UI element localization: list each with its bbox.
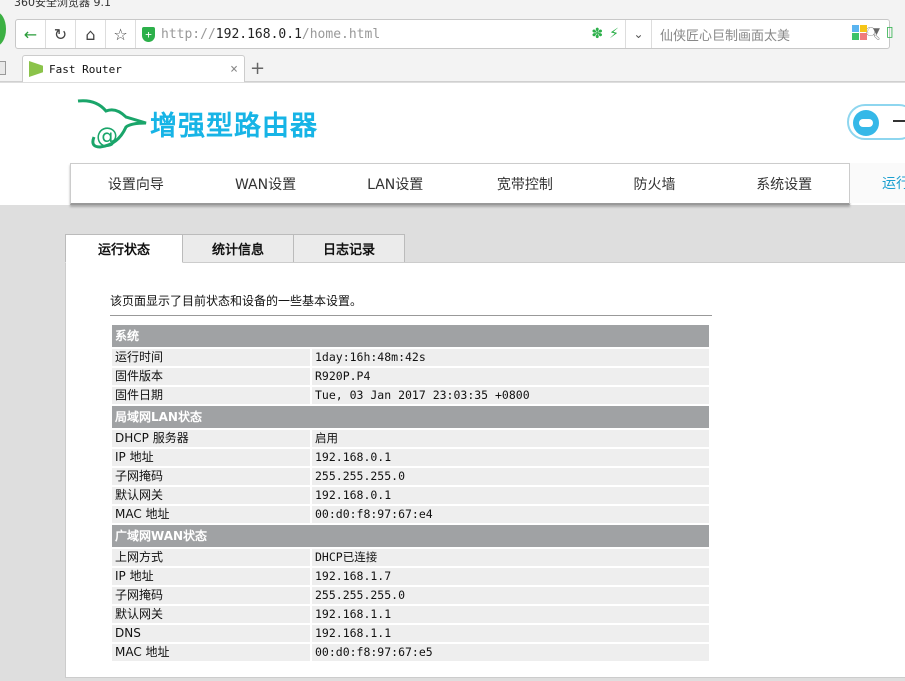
back-button[interactable]: ← (16, 20, 46, 48)
router-logo: @ 增强型路由器 (76, 97, 318, 149)
address-bar[interactable]: + http://192.168.0.1/home.html (136, 20, 566, 48)
row-label: 运行时间 (112, 349, 310, 366)
row-value: R920P.P4 (312, 368, 709, 385)
row-value: 255.255.255.0 (312, 587, 709, 604)
row-value: 00:d0:f8:97:67:e4 (312, 506, 709, 523)
nav-setup-wizard[interactable]: 设置向导 (71, 164, 201, 203)
bird-logo-icon: @ (77, 99, 147, 149)
logo-text: 增强型路由器 (150, 110, 318, 142)
tab-close-icon[interactable]: × (230, 62, 238, 77)
address-bar-icons: ✽ ⚡ (566, 20, 626, 48)
table-row: 运行时间 1day:16h:48m:42s (112, 349, 709, 366)
nav-firewall[interactable]: 防火墙 (590, 164, 720, 203)
security-shield-icon: + (142, 26, 155, 42)
router-header: @ 增强型路由器 设置向导 WAN设置 LAN设置 宽带控制 防火墙 系统设置 … (0, 83, 905, 205)
table-row: 默认网关 192.168.1.1 (112, 606, 709, 623)
table-row: DNS 192.168.1.1 (112, 625, 709, 642)
page-tabs: 运行状态 统计信息 日志记录 (65, 234, 405, 263)
row-label: IP 地址 (112, 449, 310, 466)
row-label: MAC 地址 (112, 644, 310, 661)
section-header-wan-status: 广域网WAN状态 (112, 525, 709, 547)
table-row: 默认网关 192.168.0.1 (112, 487, 709, 504)
row-label: DHCP 服务器 (112, 430, 310, 447)
row-value: 192.168.0.1 (312, 449, 709, 466)
browser-chrome: 360安全浏览器 9.1 ← ↻ ⌂ ☆ + http://192.168.0.… (0, 0, 905, 82)
row-label: 上网方式 (112, 549, 310, 566)
row-label: 子网掩码 (112, 587, 310, 604)
app-title: 360安全浏览器 9.1 (14, 0, 111, 9)
url-prefix: http:// (161, 26, 216, 42)
table-row: 固件日期 Tue, 03 Jan 2017 23:03:35 +0800 (112, 387, 709, 404)
favorite-star-button[interactable]: ☆ (106, 20, 136, 48)
search-placeholder: 仙侠匠心巨制画面太美 (660, 28, 791, 44)
tab-title: Fast Router (49, 62, 122, 76)
row-label: IP 地址 (112, 568, 310, 585)
row-label: 固件日期 (112, 387, 310, 404)
table-row: MAC 地址 00:d0:f8:97:67:e5 (112, 644, 709, 661)
apps-grid-icon[interactable] (852, 24, 867, 40)
page-description: 该页面显示了目前状态和设备的一些基本设置。 (110, 294, 363, 308)
new-tab-button[interactable]: + (250, 58, 265, 79)
address-dropdown-button[interactable]: ⌄ (626, 20, 652, 48)
nav-bandwidth-control[interactable]: 宽带控制 (460, 164, 590, 203)
row-value: DHCP已连接 (312, 549, 709, 566)
table-row: IP 地址 192.168.1.7 (112, 568, 709, 585)
table-row: 上网方式 DHCP已连接 (112, 549, 709, 566)
url-path: /home.html (301, 26, 381, 42)
section-header-lan-status: 局域网LAN状态 (112, 406, 709, 428)
svg-text:@: @ (96, 124, 118, 149)
compatibility-mode-icon[interactable]: ✽ (591, 26, 603, 42)
main-nav: 设置向导 WAN设置 LAN设置 宽带控制 防火墙 系统设置 (70, 163, 850, 205)
section-header-system: 系统 (112, 325, 709, 347)
tab-logs[interactable]: 日志记录 (293, 234, 405, 263)
tab-statistics[interactable]: 统计信息 (182, 234, 294, 263)
row-label: DNS (112, 625, 310, 642)
extensions-area: ▼ ▯ (852, 24, 894, 40)
table-row: 固件版本 R920P.P4 (112, 368, 709, 385)
url-host: 192.168.0.1 (215, 26, 302, 42)
row-label: 子网掩码 (112, 468, 310, 485)
nav-running-status[interactable]: 运行 (850, 163, 905, 203)
nav-lan-settings[interactable]: LAN设置 (330, 164, 460, 203)
row-value: 192.168.1.1 (312, 625, 709, 642)
nav-system-settings[interactable]: 系统设置 (719, 164, 849, 203)
browser-toolbar: ← ↻ ⌂ ☆ + http://192.168.0.1/home.html ✽… (15, 19, 890, 49)
home-button[interactable]: ⌂ (76, 20, 106, 48)
row-value: 00:d0:f8:97:67:e5 (312, 644, 709, 661)
row-value: 启用 (312, 430, 709, 447)
row-value: 192.168.1.1 (312, 606, 709, 623)
row-value: 1day:16h:48m:42s (312, 349, 709, 366)
apps-dropdown-icon[interactable]: ▼ (873, 27, 880, 37)
mode-toggle-switch[interactable] (847, 104, 905, 140)
divider (110, 315, 712, 316)
row-label: 默认网关 (112, 487, 310, 504)
tab-favicon-icon (29, 61, 43, 77)
nav-wan-settings[interactable]: WAN设置 (201, 164, 331, 203)
sidebar-toggle-icon[interactable] (0, 61, 6, 75)
reader-book-icon[interactable]: ▯ (886, 24, 894, 40)
table-row: IP 地址 192.168.0.1 (112, 449, 709, 466)
browser-tab-fast-router[interactable]: Fast Router × (22, 55, 245, 82)
row-label: 固件版本 (112, 368, 310, 385)
row-label: MAC 地址 (112, 506, 310, 523)
table-row: 子网掩码 255.255.255.0 (112, 587, 709, 604)
browser-logo-icon[interactable] (0, 12, 6, 46)
refresh-button[interactable]: ↻ (46, 20, 76, 48)
row-label: 默认网关 (112, 606, 310, 623)
table-row: 子网掩码 255.255.255.0 (112, 468, 709, 485)
row-value: 192.168.0.1 (312, 487, 709, 504)
row-value: 255.255.255.0 (312, 468, 709, 485)
tab-running-status[interactable]: 运行状态 (65, 234, 183, 263)
table-row: MAC 地址 00:d0:f8:97:67:e4 (112, 506, 709, 523)
tab-bar: Fast Router × + (0, 55, 905, 82)
row-value: Tue, 03 Jan 2017 23:03:35 +0800 (312, 387, 709, 404)
speed-mode-icon[interactable]: ⚡ (609, 26, 619, 42)
table-row: DHCP 服务器 启用 (112, 430, 709, 447)
status-table: 系统 运行时间 1day:16h:48m:42s 固件版本 R920P.P4 固件日期 Tu… (112, 325, 709, 663)
row-value: 192.168.1.7 (312, 568, 709, 585)
